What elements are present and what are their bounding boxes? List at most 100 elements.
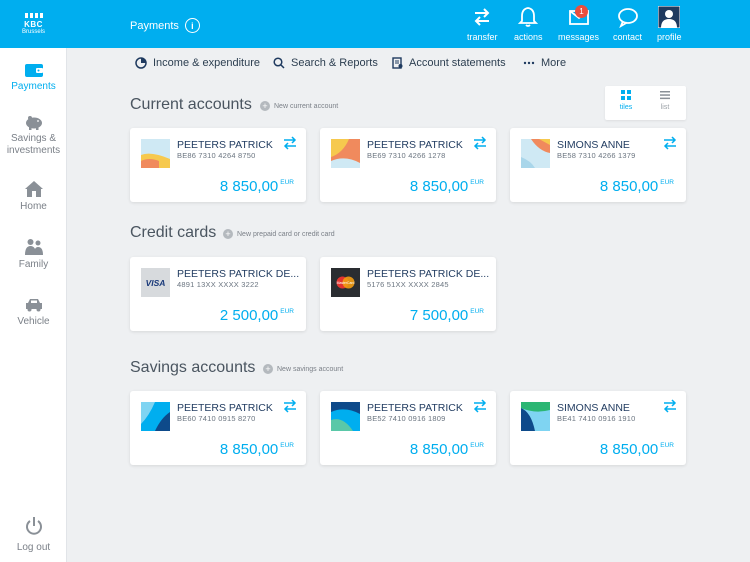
- card-brand-logo: MasterCard: [337, 281, 355, 285]
- logout-label: Log out: [16, 542, 51, 553]
- account-card[interactable]: PEETERS PATRICK BE86 7310 4264 8750 8 85…: [130, 128, 306, 202]
- mastercard-icon: MasterCard: [331, 268, 360, 297]
- list-label: list: [660, 104, 670, 111]
- transfer-icon: [474, 8, 490, 26]
- new-savings-account-link[interactable]: + New savings account: [263, 364, 343, 374]
- tab-account-statements[interactable]: Account statements: [392, 57, 506, 69]
- balance-value: 8 850,00: [409, 178, 469, 195]
- balance-value: 8 850,00: [599, 178, 659, 195]
- tab-more[interactable]: More: [523, 57, 566, 69]
- new-link-label: New current account: [274, 102, 339, 110]
- plus-icon: +: [263, 364, 273, 374]
- new-credit-card-link[interactable]: + New prepaid card or credit card: [223, 229, 335, 239]
- section-title-savings: Savings accounts: [130, 359, 256, 376]
- sidebar-item-label: Payments: [11, 81, 56, 92]
- transfer-icon[interactable]: [662, 135, 678, 151]
- user-icon: [658, 6, 681, 28]
- kbc-logo[interactable]: KBC Brussels: [0, 0, 67, 48]
- account-card[interactable]: SIMONS ANNE BE58 7310 4266 1379 8 850,00…: [510, 128, 686, 202]
- new-current-account-link[interactable]: + New current account: [260, 101, 338, 111]
- transfer-label: transfer: [467, 32, 498, 42]
- list-toggle[interactable]: list: [645, 90, 685, 111]
- new-link-label: New prepaid card or credit card: [237, 230, 335, 238]
- profile-button[interactable]: profile: [657, 6, 682, 42]
- contact-button[interactable]: contact: [613, 6, 642, 42]
- sidebar-item-payments[interactable]: Payments: [0, 62, 67, 93]
- sidebar-item-family[interactable]: Family: [0, 238, 67, 271]
- section-title-credit: Credit cards: [130, 224, 217, 241]
- sidebar-item-vehicle[interactable]: Vehicle: [0, 297, 67, 328]
- currency: EUR: [280, 308, 294, 315]
- sidebar-item-label: Family: [18, 259, 49, 270]
- sidebar-item-label: Home: [20, 201, 47, 212]
- tab-label: Search & Reports: [291, 57, 378, 69]
- sidebar-item-savings[interactable]: Savings & investments: [0, 114, 67, 157]
- brand-city: Brussels: [21, 28, 45, 35]
- credit-card[interactable]: MasterCard PEETERS PATRICK DE... 5176 51…: [320, 257, 496, 331]
- account-icon: [521, 139, 550, 168]
- account-icon: [521, 402, 550, 431]
- wallet-icon: [24, 64, 43, 77]
- account-card[interactable]: PEETERS PATRICK BE52 7410 0916 1809 8 85…: [320, 391, 496, 465]
- card-brand-logo: VISA: [146, 278, 166, 288]
- currency: EUR: [470, 179, 484, 186]
- account-number: BE58 7310 4266 1379: [557, 151, 636, 160]
- contact-label: contact: [613, 32, 643, 42]
- sidebar-item-label: Vehicle: [17, 316, 50, 327]
- account-balance: 8 850,00 EUR: [220, 441, 294, 458]
- account-holder: SIMONS ANNE: [557, 139, 630, 151]
- chat-icon: [617, 8, 638, 28]
- tiles-label: tiles: [619, 104, 633, 111]
- card-number: 5176 51XX XXXX 2845: [367, 280, 449, 289]
- tab-search-reports[interactable]: Search & Reports: [273, 57, 378, 69]
- transfer-button[interactable]: transfer: [467, 6, 498, 42]
- currency: EUR: [280, 442, 294, 449]
- tab-income-expenditure[interactable]: Income & expenditure: [135, 57, 260, 69]
- account-card[interactable]: SIMONS ANNE BE41 7410 0916 1910 8 850,00…: [510, 391, 686, 465]
- page-title-text: Payments: [130, 19, 179, 32]
- account-icon: [141, 402, 170, 431]
- tab-label: More: [541, 57, 567, 69]
- tiles-icon: [621, 90, 631, 100]
- messages-label: messages: [558, 32, 600, 42]
- balance-value: 8 850,00: [219, 441, 279, 458]
- card-limit: 7 500,00 EUR: [410, 307, 484, 324]
- messages-button[interactable]: 1 messages: [558, 5, 600, 42]
- plus-icon: +: [223, 229, 233, 239]
- car-icon: [25, 299, 42, 312]
- sidebar-item-home[interactable]: Home: [0, 180, 67, 213]
- account-balance: 8 850,00 EUR: [410, 178, 484, 195]
- card-holder: PEETERS PATRICK DE...: [177, 268, 300, 280]
- transfer-icon[interactable]: [662, 398, 678, 414]
- account-card[interactable]: PEETERS PATRICK BE60 7410 0915 8270 8 85…: [130, 391, 306, 465]
- currency: EUR: [470, 442, 484, 449]
- transfer-icon[interactable]: [282, 135, 298, 151]
- currency: EUR: [280, 179, 294, 186]
- pie-chart-icon: [135, 57, 147, 69]
- actions-button[interactable]: actions: [514, 6, 543, 42]
- transfer-icon[interactable]: [472, 398, 488, 414]
- logout-button[interactable]: Log out: [0, 516, 67, 553]
- balance-value: 8 850,00: [599, 441, 659, 458]
- account-number: BE41 7410 0916 1910: [557, 414, 636, 423]
- account-holder: PEETERS PATRICK: [177, 402, 273, 414]
- balance-value: 8 850,00: [409, 441, 469, 458]
- info-icon[interactable]: i: [184, 18, 200, 33]
- family-icon: [24, 239, 43, 255]
- sidebar: KBC Brussels Payments Savings & investme…: [0, 0, 67, 562]
- power-icon: [25, 517, 42, 535]
- list-icon: [660, 91, 670, 100]
- top-bar: Payments i transfer actions 1 messages c…: [67, 0, 750, 48]
- transfer-icon[interactable]: [282, 398, 298, 414]
- sidebar-item-label: Savings & investments: [6, 133, 61, 156]
- currency: EUR: [660, 179, 674, 186]
- balance-value: 8 850,00: [219, 178, 279, 195]
- account-card[interactable]: PEETERS PATRICK BE69 7310 4266 1278 8 85…: [320, 128, 496, 202]
- tiles-toggle[interactable]: tiles: [606, 90, 646, 111]
- account-number: BE60 7410 0915 8270: [177, 414, 256, 423]
- credit-card[interactable]: VISA PEETERS PATRICK DE... 4891 13XX XXX…: [130, 257, 306, 331]
- account-holder: SIMONS ANNE: [557, 402, 630, 414]
- transfer-icon[interactable]: [472, 135, 488, 151]
- currency: EUR: [470, 308, 484, 315]
- account-holder: PEETERS PATRICK: [367, 402, 463, 414]
